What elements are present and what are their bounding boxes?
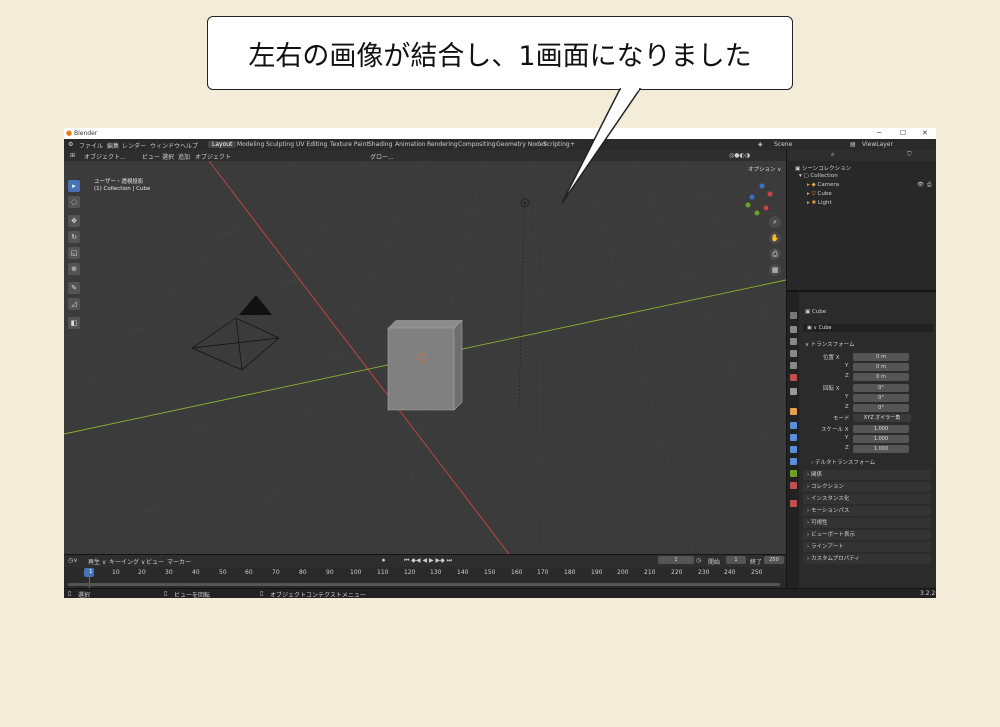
callout-tail: [561, 87, 642, 204]
